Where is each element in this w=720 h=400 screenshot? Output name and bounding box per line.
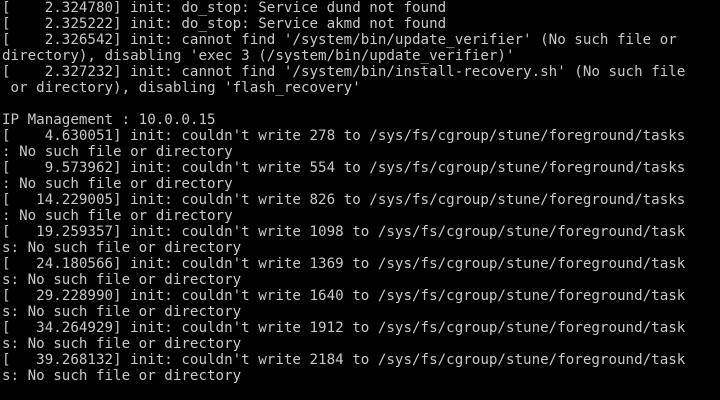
console-line-blank — [2, 96, 720, 112]
console-line: [ 34.264929] init: couldn't write 1912 t… — [2, 320, 686, 336]
text-console: [ 2.324780] init: do_stop: Service dund … — [0, 0, 720, 400]
console-line: s: No such file or directory — [2, 240, 242, 256]
console-line: [ 4.630051] init: couldn't write 278 to … — [2, 128, 686, 144]
console-line: s: No such file or directory — [2, 272, 242, 288]
console-line: or directory), disabling 'flash_recovery… — [2, 80, 361, 96]
console-line: s: No such file or directory — [2, 368, 242, 384]
console-line: : No such file or directory — [2, 208, 233, 224]
console-line: [ 2.324780] init: do_stop: Service dund … — [2, 0, 447, 16]
console-line: : No such file or directory — [2, 176, 233, 192]
console-line: [ 14.229005] init: couldn't write 826 to… — [2, 192, 686, 208]
console-line: : No such file or directory — [2, 144, 233, 160]
console-line: [ 2.327232] init: cannot find '/system/b… — [2, 64, 686, 80]
console-line: s: No such file or directory — [2, 336, 242, 352]
console-line: [ 24.180566] init: couldn't write 1369 t… — [2, 256, 686, 272]
console-line: [ 2.326542] init: cannot find '/system/b… — [2, 32, 677, 48]
console-line: [ 19.259357] init: couldn't write 1098 t… — [2, 224, 686, 240]
console-line: directory), disabling 'exec 3 (/system/b… — [2, 48, 515, 64]
console-line: [ 2.325222] init: do_stop: Service akmd … — [2, 16, 447, 32]
console-line: s: No such file or directory — [2, 304, 242, 320]
ip-management-line: IP Management : 10.0.0.15 — [2, 112, 216, 128]
console-line: [ 9.573962] init: couldn't write 554 to … — [2, 160, 686, 176]
console-line: [ 39.268132] init: couldn't write 2184 t… — [2, 352, 686, 368]
console-line: [ 29.228990] init: couldn't write 1640 t… — [2, 288, 686, 304]
